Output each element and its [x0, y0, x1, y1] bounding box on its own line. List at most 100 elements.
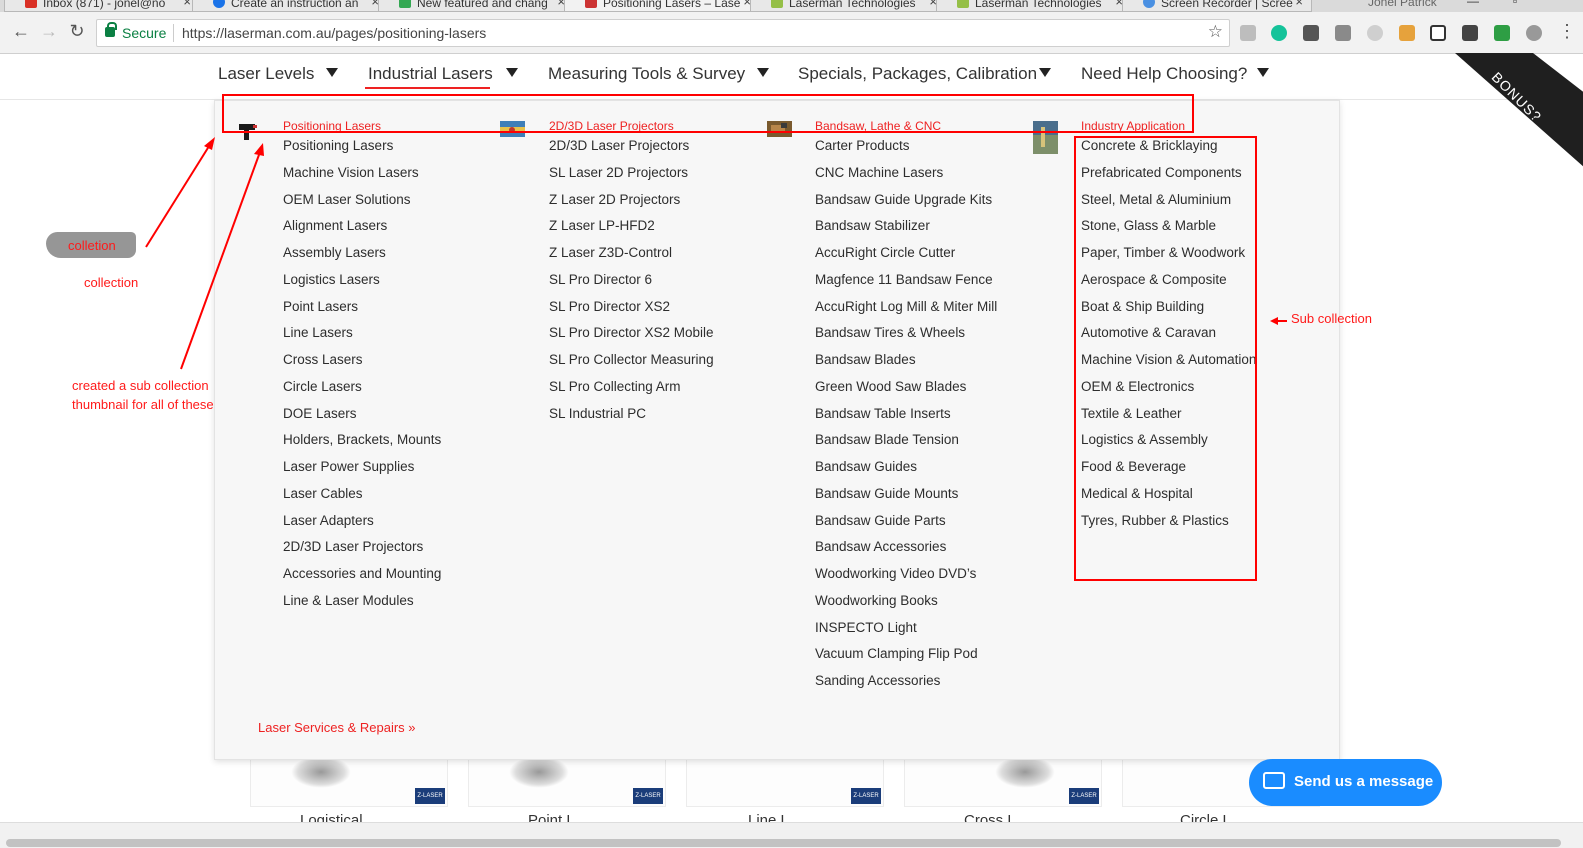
browser-tab[interactable]: Laserman Technologies ×	[750, 0, 946, 12]
mega-menu-link[interactable]: DOE Lasers	[283, 406, 357, 421]
mega-menu-link[interactable]: Holders, Brackets, Mounts	[283, 432, 441, 447]
mega-menu-link[interactable]: Line Lasers	[283, 325, 353, 340]
mega-menu-link[interactable]: Line & Laser Modules	[283, 593, 414, 608]
mega-menu-link[interactable]: Z Laser 2D Projectors	[549, 192, 680, 207]
mega-menu-link[interactable]: Z Laser LP-HFD2	[549, 218, 655, 233]
mega-menu-link[interactable]: Bandsaw Stabilizer	[815, 218, 930, 233]
nav-need-help[interactable]: Need Help Choosing?	[1081, 64, 1247, 84]
mega-menu-link[interactable]: Laser Adapters	[283, 513, 374, 528]
caret-down-icon[interactable]	[506, 68, 518, 77]
mega-menu-link[interactable]: Accessories and Mounting	[283, 566, 441, 581]
mega-menu-link[interactable]: SL Pro Director 6	[549, 272, 652, 287]
mega-menu-link[interactable]: Bandsaw Blade Tension	[815, 432, 959, 447]
laser-services-link[interactable]: Laser Services & Repairs »	[258, 720, 416, 735]
nav-specials[interactable]: Specials, Packages, Calibration	[798, 64, 1037, 84]
mega-menu-link[interactable]: Laser Cables	[283, 486, 363, 501]
browser-tab[interactable]: Create an instruction an ×	[192, 0, 388, 12]
nav-industrial-lasers[interactable]: Industrial Lasers	[368, 64, 493, 84]
mega-menu-link[interactable]: 2D/3D Laser Projectors	[283, 539, 423, 554]
product-image	[291, 756, 351, 788]
tab-title: Laserman Technologies	[975, 0, 1102, 10]
bookmark-star-icon[interactable]: ☆	[1208, 22, 1223, 42]
tab-title: Screen Recorder | Scree	[1161, 0, 1293, 10]
mega-menu-link[interactable]: SL Industrial PC	[549, 406, 646, 421]
forward-icon[interactable]: →	[38, 21, 60, 42]
close-icon[interactable]: ×	[1295, 0, 1303, 9]
browser-tab[interactable]: Inbox (871) - jonel@no ×	[4, 0, 200, 12]
nav-laser-levels[interactable]: Laser Levels	[218, 64, 314, 84]
caret-down-icon[interactable]	[1039, 68, 1051, 77]
extension-icon[interactable]	[1399, 25, 1415, 41]
nav-measuring-tools[interactable]: Measuring Tools & Survey	[548, 64, 745, 84]
mega-menu-link[interactable]: Bandsaw Table Inserts	[815, 406, 951, 421]
mega-menu-link[interactable]: Woodworking Books	[815, 593, 938, 608]
brand-badge: Z-LASER	[851, 788, 881, 804]
mega-menu-link[interactable]: Circle Lasers	[283, 379, 362, 394]
send-message-button[interactable]: Send us a message	[1249, 759, 1442, 806]
mega-menu-link[interactable]: Cross Lasers	[283, 352, 363, 367]
maximize-icon[interactable]: ▫	[1513, 0, 1517, 8]
camera-icon[interactable]	[1335, 25, 1351, 41]
password-extension-icon[interactable]	[1303, 25, 1319, 41]
menu-icon[interactable]: ⋮	[1556, 21, 1578, 42]
profile-name[interactable]: Jonel Patrick	[1368, 0, 1437, 9]
mega-menu-link[interactable]: OEM Laser Solutions	[283, 192, 411, 207]
browser-tab[interactable]: Screen Recorder | Scree ×	[1122, 0, 1312, 12]
mega-menu-link[interactable]: Bandsaw Guides	[815, 459, 917, 474]
mega-menu-link[interactable]: Bandsaw Accessories	[815, 539, 946, 554]
extension-icon[interactable]	[1494, 25, 1510, 41]
caret-down-icon[interactable]	[326, 68, 338, 77]
mega-menu-link[interactable]: Assembly Lasers	[283, 245, 386, 260]
mega-menu-link[interactable]: Carter Products	[815, 138, 910, 153]
mega-menu-link[interactable]: Bandsaw Guide Mounts	[815, 486, 958, 501]
mega-menu-link[interactable]: Z Laser Z3D-Control	[549, 245, 672, 260]
mega-menu-link[interactable]: INSPECTO Light	[815, 620, 917, 635]
pdf-extension-icon[interactable]	[1240, 25, 1256, 41]
url-text[interactable]: https://laserman.com.au/pages/positionin…	[182, 25, 486, 41]
browser-tab-active[interactable]: Positioning Lasers – Lase ×	[564, 0, 760, 12]
mega-menu-link[interactable]: AccuRight Circle Cutter	[815, 245, 955, 260]
mega-menu-link[interactable]: SL Pro Collector Measuring	[549, 352, 714, 367]
mega-menu-link[interactable]: Bandsaw Guide Parts	[815, 513, 946, 528]
mega-menu-link[interactable]: Woodworking Video DVD’s	[815, 566, 976, 581]
extension-icon[interactable]	[1526, 25, 1542, 41]
back-icon[interactable]: ←	[10, 21, 32, 42]
mega-menu-link[interactable]: Bandsaw Tires & Wheels	[815, 325, 965, 340]
extension-icon[interactable]	[1462, 25, 1478, 41]
mega-menu-link[interactable]: Alignment Lasers	[283, 218, 387, 233]
mega-menu-link[interactable]: Laser Power Supplies	[283, 459, 414, 474]
mega-menu-link[interactable]: AccuRight Log Mill & Miter Mill	[815, 299, 997, 314]
mega-menu-link[interactable]: CNC Machine Lasers	[815, 165, 943, 180]
address-bar[interactable]: Secure https://laserman.com.au/pages/pos…	[96, 19, 1230, 47]
minimize-icon[interactable]: —	[1467, 0, 1479, 8]
extension-icon[interactable]	[1430, 25, 1446, 41]
mega-menu-link[interactable]: Machine Vision Lasers	[283, 165, 419, 180]
browser-tab-strip: Inbox (871) - jonel@no × Create an instr…	[0, 0, 1583, 12]
caret-down-icon[interactable]	[1257, 68, 1269, 77]
secure-label: Secure	[122, 25, 167, 41]
mega-menu-link[interactable]: 2D/3D Laser Projectors	[549, 138, 689, 153]
reload-icon[interactable]: ↻	[66, 21, 88, 42]
mega-menu-link[interactable]: Bandsaw Guide Upgrade Kits	[815, 192, 992, 207]
mega-menu-link[interactable]: SL Laser 2D Projectors	[549, 165, 688, 180]
grammarly-icon[interactable]	[1271, 25, 1287, 41]
extension-icon[interactable]	[1367, 25, 1383, 41]
browser-tab[interactable]: New featured and chang ×	[378, 0, 574, 12]
mega-menu-link[interactable]: Logistics Lasers	[283, 272, 380, 287]
browser-tab[interactable]: Laserman Technologies ×	[936, 0, 1132, 12]
scrollbar-thumb[interactable]	[6, 839, 1561, 847]
close-icon[interactable]: ×	[183, 0, 191, 9]
annotation-sub-collection-label: Sub collection	[1291, 311, 1372, 326]
mega-menu-link[interactable]: Vacuum Clamping Flip Pod	[815, 646, 978, 661]
mega-menu-link[interactable]: SL Pro Director XS2 Mobile	[549, 325, 714, 340]
mega-menu-link[interactable]: Point Lasers	[283, 299, 358, 314]
mega-menu-link[interactable]: SL Pro Collecting Arm	[549, 379, 681, 394]
caret-down-icon[interactable]	[757, 68, 769, 77]
mega-menu-link[interactable]: Green Wood Saw Blades	[815, 379, 966, 394]
horizontal-scrollbar[interactable]	[0, 822, 1583, 848]
mega-menu-link[interactable]: Positioning Lasers	[283, 138, 393, 153]
mega-menu-link[interactable]: Magfence 11 Bandsaw Fence	[815, 272, 993, 287]
mega-menu-link[interactable]: Bandsaw Blades	[815, 352, 916, 367]
mega-menu-link[interactable]: Sanding Accessories	[815, 673, 940, 688]
mega-menu-link[interactable]: SL Pro Director XS2	[549, 299, 670, 314]
